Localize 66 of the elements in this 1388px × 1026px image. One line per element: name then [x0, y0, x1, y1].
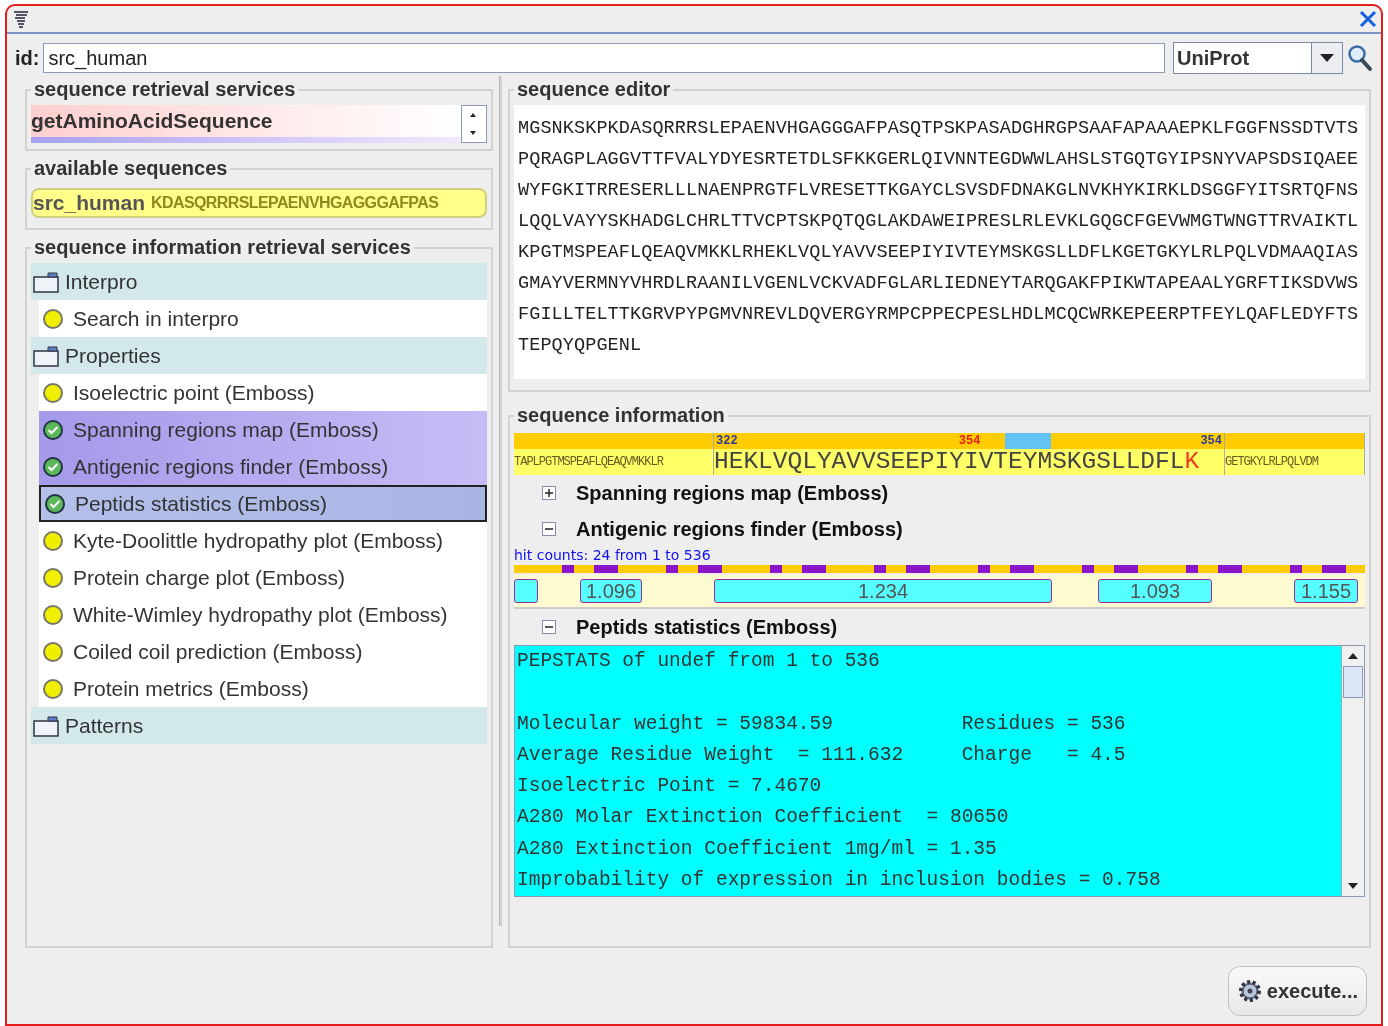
tree-item[interactable]: Search in interpro — [39, 300, 487, 337]
tree-item[interactable]: Protein metrics (Emboss) — [39, 670, 487, 707]
panel-title: sequence editor — [516, 78, 672, 101]
folder-icon — [33, 344, 59, 367]
sequence-line: PQRAGPLAGGVTTFVALYDYESRTETDLSFKKGERLQIVNNTEGDWWLAHSLSTGQTGYIPSNYVAPSDSIQAEE — [518, 148, 1360, 172]
tree-item[interactable]: Peptids statistics (Emboss) — [39, 485, 487, 522]
report-text-area[interactable] — [514, 645, 1365, 897]
close-icon[interactable] — [1359, 10, 1377, 28]
sequence-context: GETGKYLRLPQLVDM — [1225, 449, 1365, 475]
panel-title: available sequences — [33, 157, 229, 180]
folder-icon — [33, 270, 59, 293]
scrollbar[interactable] — [1341, 646, 1364, 896]
sequence-line: LQQLVAYYSKHADGLCHRLTTVCPTSKPQTQGLAKDAWEIPRESLRLEVKLGQGCFGEVWMGTWNGTTRVAIKTL — [518, 210, 1360, 234]
id-field[interactable]: src_human — [43, 43, 1165, 73]
ruler-label: 354 — [958, 434, 981, 448]
sequence-context: TAPLPGTMSPEAFLQEAQVMKKLR — [514, 449, 714, 475]
caret-icon — [1320, 54, 1334, 62]
hit-counts: hit counts: 24 from 1 to 536 — [514, 547, 712, 563]
tree-item[interactable]: Isoelectric point (Emboss) — [39, 374, 487, 411]
panel-title: sequence retrieval services — [33, 78, 297, 101]
tree-item[interactable]: Coiled coil prediction (Emboss) — [39, 633, 487, 670]
sequence-line: FGILLTELTTKGRVPYPGMVNREVLDQVERGYRMPCPPECPESLHDLMCQCWRKEPEERPTFEYLQAFLEDYFTS — [518, 303, 1360, 327]
group-label: Properties — [65, 343, 161, 368]
search-icon[interactable] — [1347, 44, 1373, 72]
highlighted-residue: K — [1184, 449, 1200, 475]
folder-icon — [33, 714, 59, 737]
tree-group-row[interactable]: Interpro — [31, 263, 487, 300]
database-dropdown[interactable]: UniProt — [1173, 42, 1343, 74]
ruler-label: 354 — [1200, 434, 1222, 448]
tree-item[interactable]: Kyte-Doolittle hydropathy plot (Emboss) — [39, 522, 487, 559]
collapse-icon[interactable] — [542, 620, 556, 634]
tree-item[interactable]: Antigenic regions finder (Emboss) — [39, 448, 487, 485]
region-bar — [514, 579, 538, 603]
sequence-text: HEKLVQLYAVVSEEPIYIVTEYMSKGSLLDFL — [714, 449, 1185, 475]
tree-group-row[interactable]: Patterns — [31, 707, 487, 744]
app-icon — [13, 10, 29, 28]
scroll-thumb[interactable] — [1343, 666, 1363, 698]
region-bar: 1.093 — [1098, 579, 1212, 603]
sequence-line: WYFGKITRRESERLLLNAENPRGTFLVRESETTKGAYCLSVSDFDNAKGLNVKHYKIRKLDSGGFYITSRTQFNS — [518, 179, 1360, 203]
region-bar: 1.096 — [580, 579, 642, 603]
expand-icon[interactable] — [542, 486, 556, 500]
report-text: PEPSTATS of undef from 1 to 536 Molecular weight = 59834.59 Residues = 536 Average Residue Weight = 111.632 Charge = 4.5 Isoelectric Point = 7.4670 A280 Molar Extinction Coefficient = 80650 A280 Extinction Coefficient 1mg/ml = 1.35 Improbability of expression in inclusion bodies = 0.758 — [516, 649, 1162, 894]
ruler-label: 322 — [716, 434, 738, 448]
panel-title: sequence information — [516, 404, 726, 427]
sequence-line: MGSNKSKPKDASQRRRSLEPAENVHGAGGGAFPASQTPSKPASADGHRGPSAAFAPAAAEPKLFGGFNSSDTVTS — [518, 117, 1360, 141]
section-title: Peptids statistics (Emboss) — [576, 615, 838, 639]
sequence-line: TEPQYQPGENL — [518, 334, 643, 358]
region-bar: 1.155 — [1294, 579, 1358, 603]
execute-button[interactable]: execute... — [1227, 966, 1367, 1016]
panel-title: sequence information retrieval services — [33, 236, 412, 259]
group-label: Interpro — [65, 269, 138, 294]
tree-item[interactable]: Spanning regions map (Emboss) — [39, 411, 487, 448]
collapse-icon[interactable] — [542, 522, 556, 536]
id-label: id: — [15, 46, 40, 70]
group-label: Patterns — [65, 713, 144, 738]
sequence-list-item[interactable]: src_human KDASQRRRSLEPAENVHGAGGGAFPAS — [31, 188, 487, 218]
selection-marker — [1004, 433, 1051, 449]
sequence-line: GMAYVERMNYVHRDLRAANILVGENLVCKVADFGLARLIEDNEYTARQGAKFPIKWTAPEAALYGRFTIKSDVWS — [518, 272, 1360, 296]
section-title: Antigenic regions finder (Emboss) — [576, 517, 903, 541]
tree-item[interactable]: White-Wimley hydropathy plot (Emboss) — [39, 596, 487, 633]
region-bar: 1.234 — [714, 579, 1052, 603]
sequence-line: KPGTMSPEAFLQEAQVMKKLRHEKLVQLYAVVSEEPIYIVTEYMSKGSLLDFLKGETGKYLRLPQLVDMAAQIAS — [518, 241, 1360, 265]
section-title: Spanning regions map (Emboss) — [576, 481, 889, 505]
tree-group-row[interactable]: Properties — [31, 337, 487, 374]
tree-item[interactable]: Protein charge plot (Emboss) — [39, 559, 487, 596]
gear-icon — [1236, 978, 1263, 1004]
